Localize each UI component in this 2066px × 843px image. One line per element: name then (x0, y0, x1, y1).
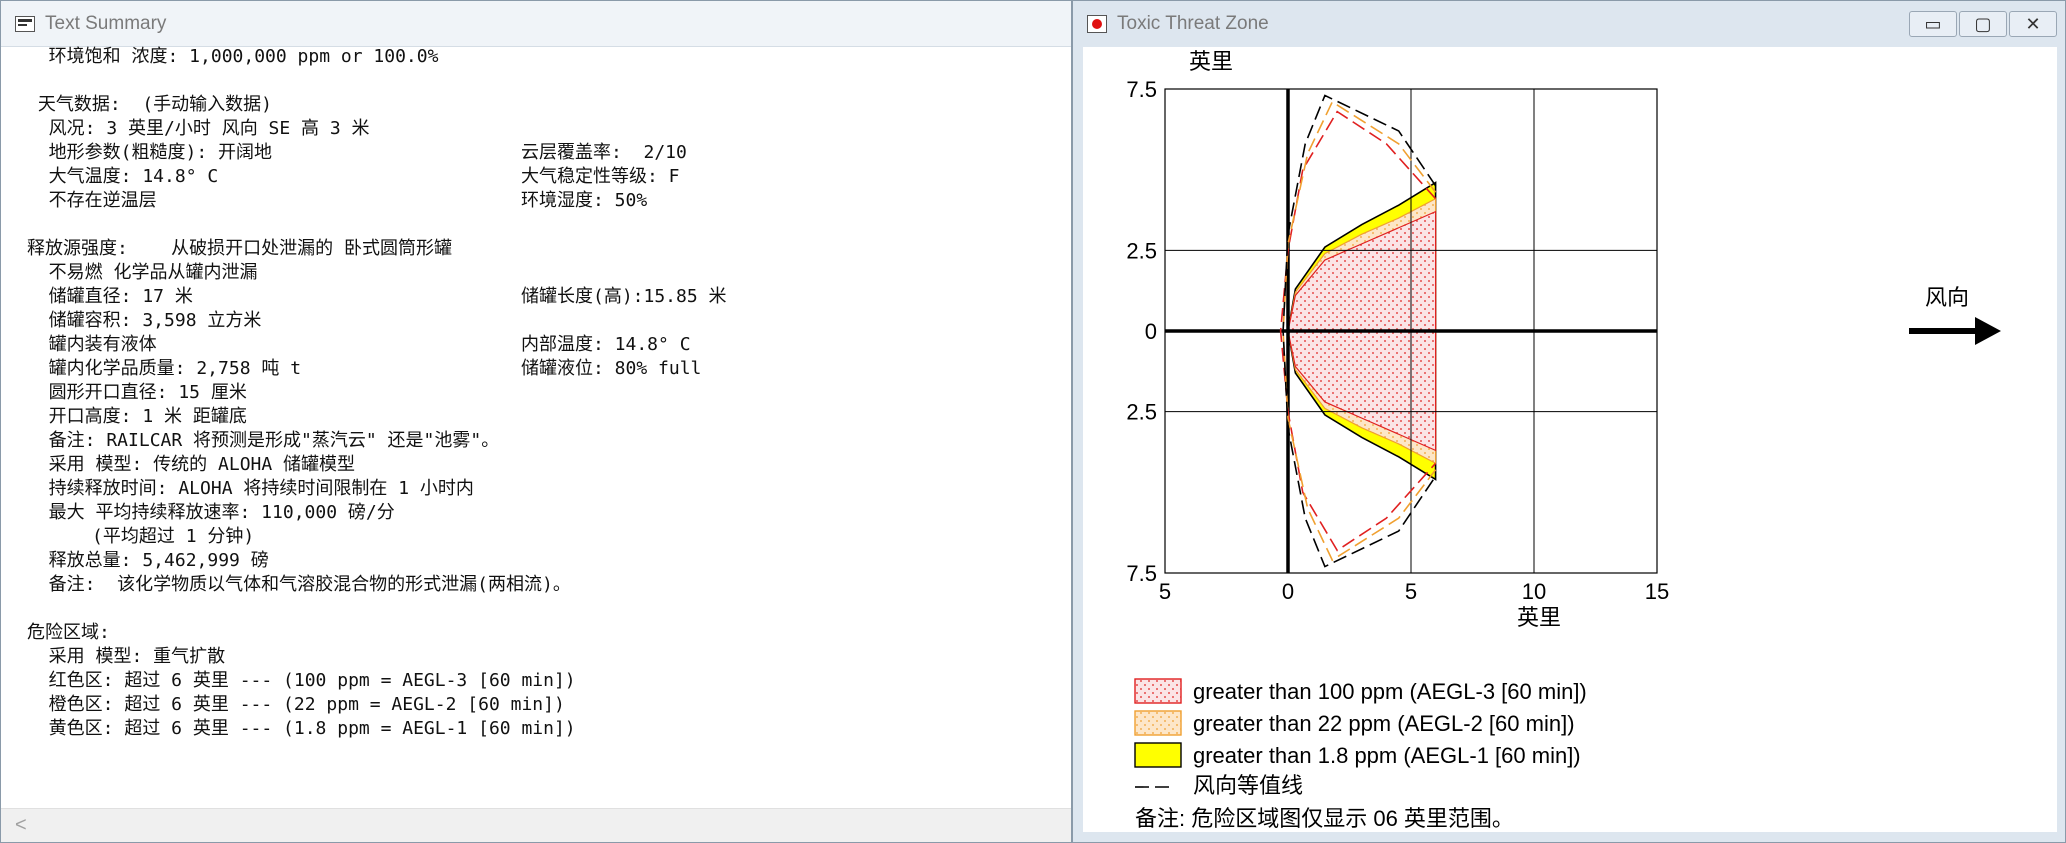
x-tick-label: 5 (1405, 579, 1417, 604)
summary-line: 危险区域: (27, 621, 1061, 645)
maximize-button[interactable]: ▢ (1959, 11, 2007, 37)
summary-line-text: 储罐直径: 17 米 (27, 286, 193, 307)
summary-line: 红色区: 超过 6 英里 --- (100 ppm = AEGL-3 [60 m… (27, 669, 1061, 693)
summary-line-text: 不存在逆温层 (27, 190, 157, 211)
summary-line-text: 圆形开口直径: 15 厘米 (27, 382, 247, 403)
summary-line-text: 释放源强度: 从破损开口处泄漏的 卧式圆筒形罐 (27, 238, 453, 259)
summary-line-text: 备注: 该化学物质以气体和气溶胶混合物的形式泄漏(两相流)。 (27, 574, 571, 595)
summary-line: 最大 平均持续释放速率: 110,000 磅/分 (27, 501, 1061, 525)
summary-line: 天气数据: (手动输入数据) (27, 93, 1061, 117)
summary-line-text: 地形参数(粗糙度): 开阔地 (27, 142, 273, 163)
summary-line: 罐内装有液体 内部温度: 14.8° C (27, 333, 1061, 357)
summary-line-secondary: 云层覆盖率: 2/10 (521, 142, 687, 163)
legend-swatch-red-dotted (1134, 678, 1182, 704)
y-axis-label: 英里 (1189, 49, 1233, 74)
summary-line-text: 不易燃 化学品从罐内泄漏 (27, 262, 258, 283)
y-tick-label: 2.5 (1126, 238, 1157, 263)
x-tick-label: 15 (1645, 579, 1669, 604)
summary-line-text: 释放总量: 5,462,999 磅 (27, 550, 269, 571)
horizontal-scrollbar[interactable]: < (1, 808, 1071, 842)
text-summary-app-icon (15, 15, 35, 32)
summary-line: 橙色区: 超过 6 英里 --- (22 ppm = AEGL-2 [60 mi… (27, 693, 1061, 717)
summary-line-secondary: 环境湿度: 50% (521, 190, 648, 211)
summary-line-text: 大气温度: 14.8° C (27, 166, 219, 187)
threat-zone-note: 备注: 危险区域图仅显示 06 英里范围。 (1135, 806, 1514, 831)
y-tick-label: 2.5 (1126, 400, 1157, 425)
summary-line-text: 黄色区: 超过 6 英里 --- (1.8 ppm = AEGL-1 [60 m… (27, 718, 576, 739)
summary-line: 大气温度: 14.8° C 大气稳定性等级: F (27, 165, 1061, 189)
text-summary-body: 环境饱和 浓度: 1,000,000 ppm or 100.0% 天气数据: (… (27, 45, 1061, 741)
legend-label: 风向等值线 (1193, 773, 1303, 798)
summary-line (27, 597, 1061, 621)
summary-line: 持续释放时间: ALOHA 将持续时间限制在 1 小时内 (27, 477, 1061, 501)
wind-direction-label: 风向 (1925, 285, 1969, 310)
legend-label: greater than 100 ppm (AEGL-3 [60 min]) (1193, 679, 1587, 704)
summary-line-text: 最大 平均持续释放速率: 110,000 磅/分 (27, 502, 395, 523)
summary-line: 不存在逆温层 环境湿度: 50% (27, 189, 1061, 213)
summary-line-text: 储罐容积: 3,598 立方米 (27, 310, 262, 331)
minimize-button[interactable]: ▭ (1909, 11, 1957, 37)
wind-arrow-icon (1909, 317, 2001, 345)
close-button[interactable]: ✕ (2009, 11, 2057, 37)
summary-line: 采用 模型: 重气扩散 (27, 645, 1061, 669)
threat-zone-plot: 5 0 5 10 15 7.5 2.5 0 2.5 7.5 英里 英里 风向 greater th… (1126, 49, 2001, 831)
legend-label: greater than 22 ppm (AEGL-2 [60 min]) (1193, 711, 1575, 736)
legend-swatch-yellow-solid (1134, 742, 1182, 768)
summary-line: 地形参数(粗糙度): 开阔地 云层覆盖率: 2/10 (27, 141, 1061, 165)
summary-line-text: 罐内化学品质量: 2,758 吨 t (27, 358, 302, 379)
summary-line: 储罐直径: 17 米 储罐长度(高):15.85 米 (27, 285, 1061, 309)
summary-line (27, 69, 1061, 93)
summary-line: 采用 模型: 传统的 ALOHA 储罐模型 (27, 453, 1061, 477)
toxic-threat-zone-window: Toxic Threat Zone ▭ ▢ ✕ 5 0 5 10 15 7.5 2.5 0 2 (1072, 0, 2066, 843)
text-summary-title: Text Summary (45, 12, 167, 34)
summary-line-text: 环境饱和 浓度: 1,000,000 ppm or 100.0% (27, 46, 439, 67)
text-summary-titlebar[interactable]: Text Summary (1, 1, 1071, 47)
summary-line: 不易燃 化学品从罐内泄漏 (27, 261, 1061, 285)
summary-line-secondary: 内部温度: 14.8° C (521, 334, 691, 355)
x-tick-label: 5 (1159, 579, 1171, 604)
summary-line: 圆形开口直径: 15 厘米 (27, 381, 1061, 405)
summary-line-text: 持续释放时间: ALOHA 将持续时间限制在 1 小时内 (27, 478, 474, 499)
summary-line-secondary: 储罐长度(高):15.85 米 (521, 286, 727, 307)
x-axis-label: 英里 (1517, 605, 1561, 630)
summary-line: 风况: 3 英里/小时 风向 SE 高 3 米 (27, 117, 1061, 141)
summary-line: 储罐容积: 3,598 立方米 (27, 309, 1061, 333)
summary-line-text: 红色区: 超过 6 英里 --- (100 ppm = AEGL-3 [60 m… (27, 670, 576, 691)
summary-line: (平均超过 1 分钟) (27, 525, 1061, 549)
summary-line: 释放源强度: 从破损开口处泄漏的 卧式圆筒形罐 (27, 237, 1061, 261)
summary-line-text: 橙色区: 超过 6 英里 --- (22 ppm = AEGL-2 [60 mi… (27, 694, 565, 715)
summary-line: 罐内化学品质量: 2,758 吨 t 储罐液位: 80% full (27, 357, 1061, 381)
y-tick-label: 7.5 (1126, 561, 1157, 586)
summary-line-text: 危险区域: (27, 622, 110, 643)
summary-line-text: 采用 模型: 传统的 ALOHA 储罐模型 (27, 454, 356, 475)
summary-line: 环境饱和 浓度: 1,000,000 ppm or 100.0% (27, 45, 1061, 69)
summary-line-text: (平均超过 1 分钟) (27, 526, 255, 547)
y-tick-label: 7.5 (1126, 77, 1157, 102)
summary-line (27, 213, 1061, 237)
summary-line: 释放总量: 5,462,999 磅 (27, 549, 1061, 573)
summary-line-secondary: 储罐液位: 80% full (521, 358, 702, 379)
summary-line-text: 天气数据: (手动输入数据) (27, 94, 273, 115)
scroll-left-arrow-icon[interactable]: < (15, 814, 27, 837)
x-tick-label: 0 (1282, 579, 1294, 604)
summary-line-secondary: 大气稳定性等级: F (521, 166, 680, 187)
threat-zone-canvas: 5 0 5 10 15 7.5 2.5 0 2.5 7.5 英里 英里 风向 greater th… (1083, 47, 2057, 832)
x-tick-label: 10 (1522, 579, 1546, 604)
summary-line: 备注: 该化学物质以气体和气溶胶混合物的形式泄漏(两相流)。 (27, 573, 1061, 597)
text-summary-window: Text Summary 环境饱和 浓度: 1,000,000 ppm or 1… (0, 0, 1072, 843)
summary-line-text: 采用 模型: 重气扩散 (27, 646, 226, 667)
summary-line-text: 风况: 3 英里/小时 风向 SE 高 3 米 (27, 118, 370, 139)
threat-zone-title: Toxic Threat Zone (1117, 13, 1269, 34)
summary-line-text: 罐内装有液体 (27, 334, 157, 355)
summary-line-text: 备注: RAILCAR 将预测是形成"蒸汽云" 还是"池雾"。 (27, 430, 500, 451)
summary-line: 开口高度: 1 米 距罐底 (27, 405, 1061, 429)
legend-swatch-orange-dotted (1134, 710, 1182, 736)
summary-line: 备注: RAILCAR 将预测是形成"蒸汽云" 还是"池雾"。 (27, 429, 1061, 453)
summary-line: 黄色区: 超过 6 英里 --- (1.8 ppm = AEGL-1 [60 m… (27, 717, 1061, 741)
legend-label: greater than 1.8 ppm (AEGL-1 [60 min]) (1193, 743, 1581, 768)
threat-zone-app-icon (1087, 15, 1107, 33)
summary-line-text: 开口高度: 1 米 距罐底 (27, 406, 247, 427)
y-tick-label: 0 (1145, 319, 1157, 344)
